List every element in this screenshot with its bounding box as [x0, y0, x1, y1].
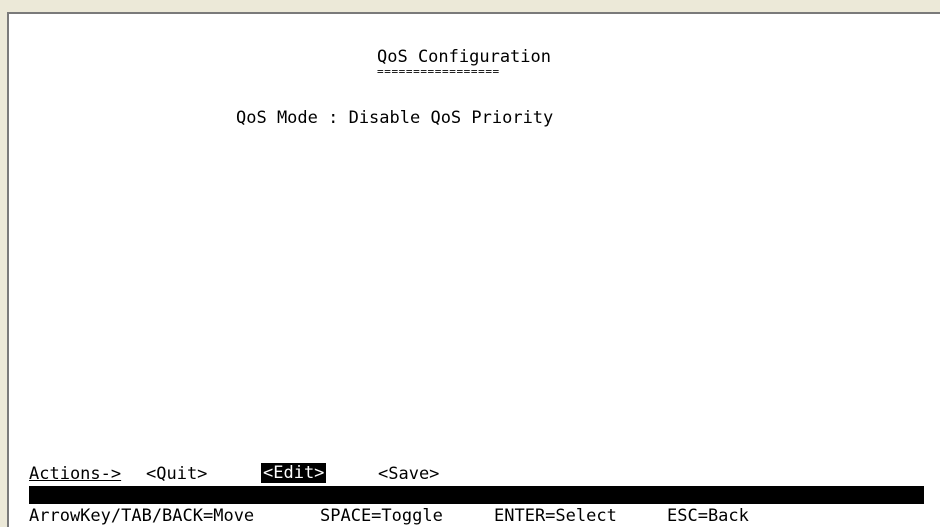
window-frame: QoS Configuration ================= QoS …: [0, 0, 940, 527]
hint-move: ArrowKey/TAB/BACK=Move: [29, 506, 255, 526]
quit-action[interactable]: <Quit>: [146, 464, 207, 484]
hint-back: ESC=Back: [667, 506, 749, 526]
qos-mode-field[interactable]: QoS Mode : Disable QoS Priority: [236, 108, 553, 128]
status-bar: [29, 486, 924, 504]
title-underline: =================: [377, 65, 500, 78]
hint-select: ENTER=Select: [494, 506, 617, 526]
terminal-screen[interactable]: QoS Configuration ================= QoS …: [7, 12, 940, 527]
edit-action[interactable]: <Edit>: [261, 463, 327, 483]
actions-label: Actions->: [29, 464, 122, 484]
page-title: QoS Configuration: [377, 47, 551, 67]
save-action[interactable]: <Save>: [378, 464, 439, 484]
hint-toggle: SPACE=Toggle: [320, 506, 443, 526]
